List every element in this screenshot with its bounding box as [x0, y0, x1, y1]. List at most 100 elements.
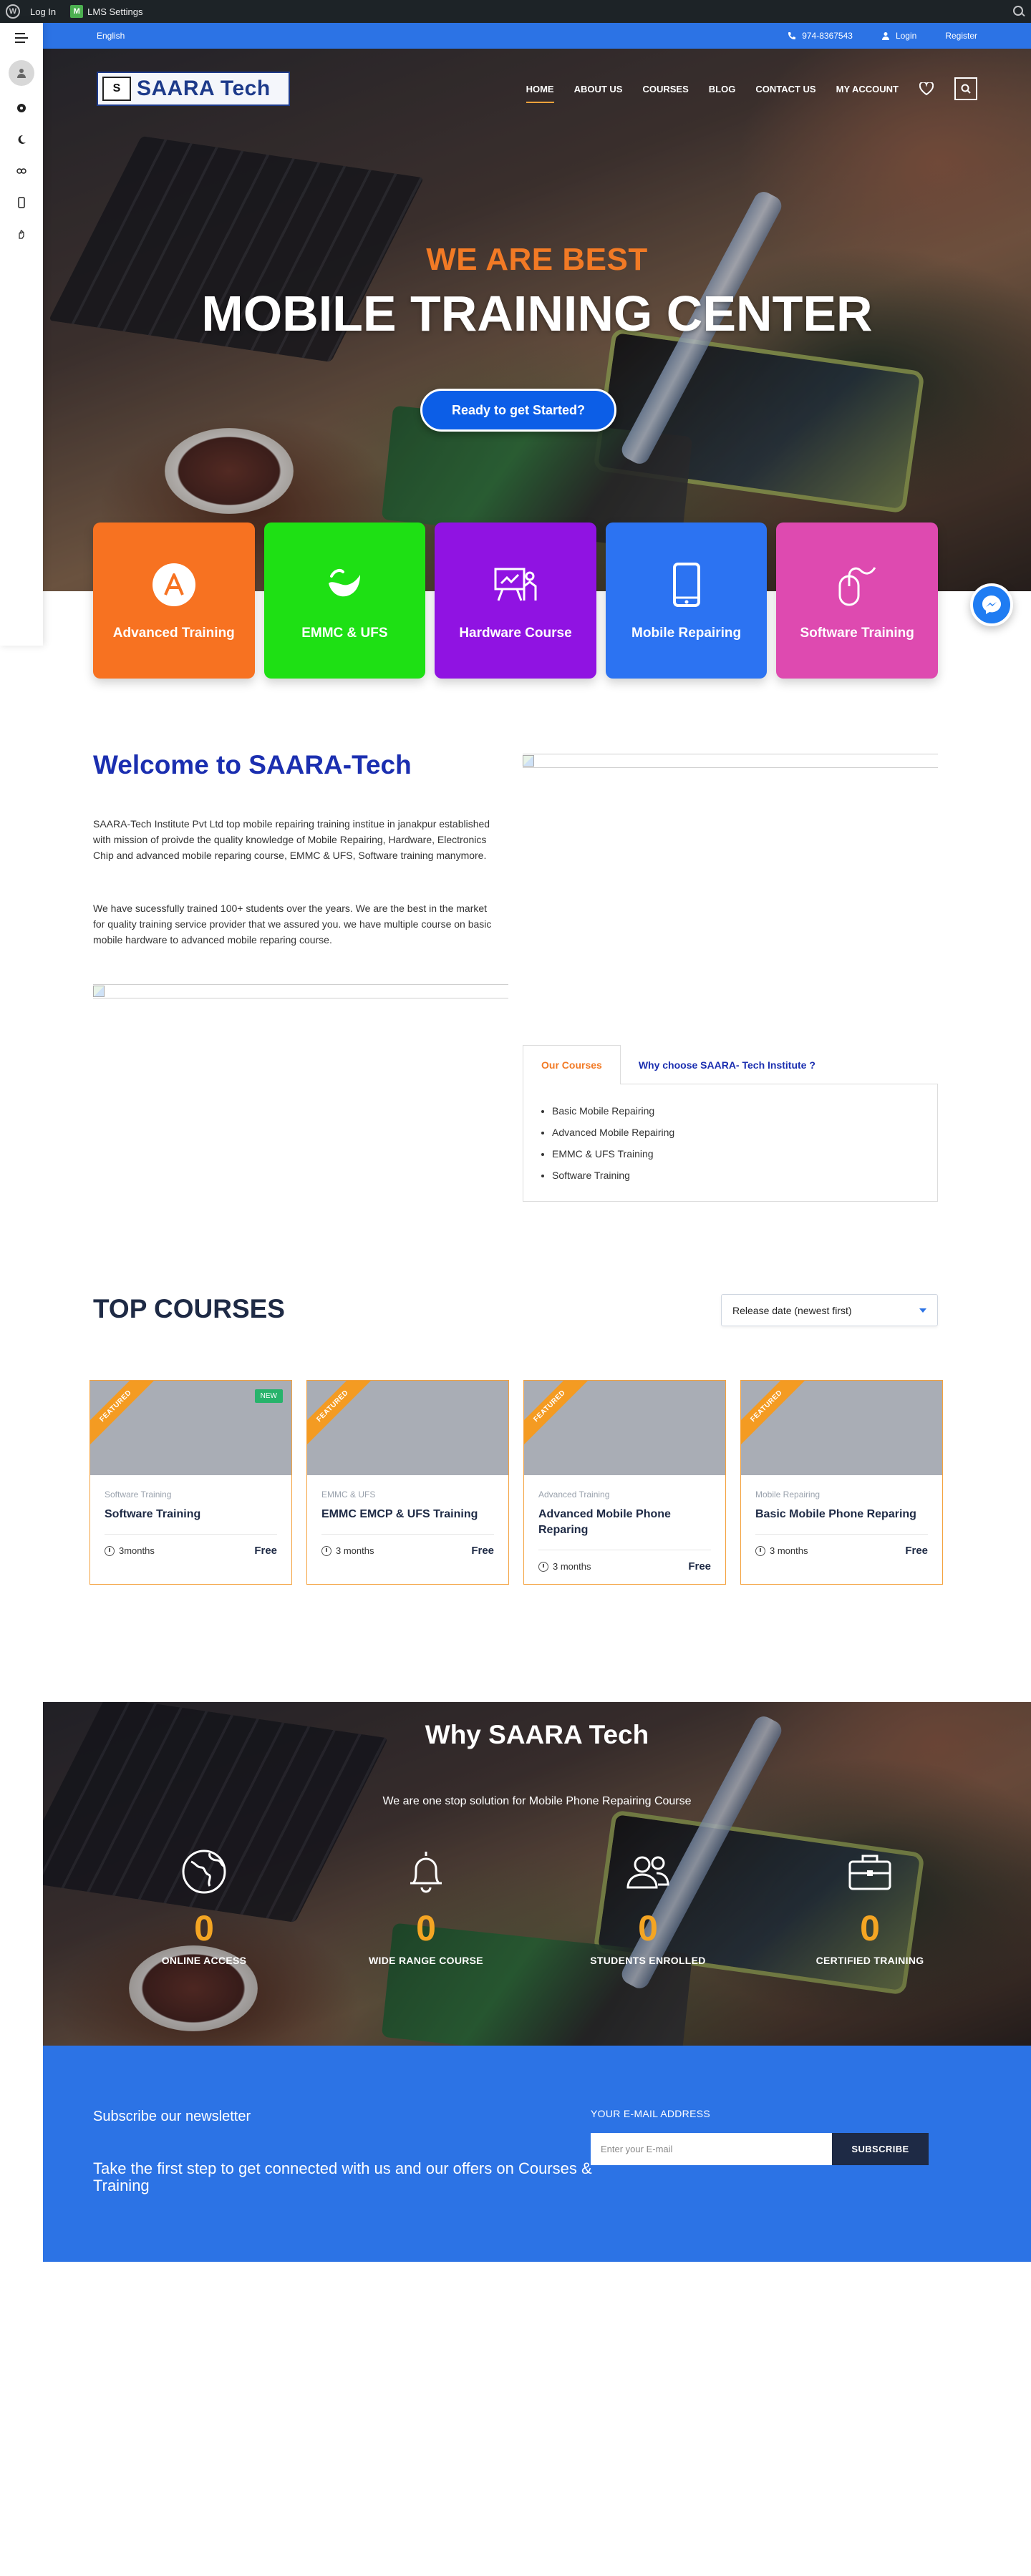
course-thumbnail: FEATURED	[524, 1381, 725, 1475]
welcome-paragraph-2: We have sucessfully trained 100+ student…	[93, 903, 492, 946]
nav-contact-us[interactable]: CONTACT US	[755, 79, 815, 99]
hero-subtitle: WE ARE BEST	[426, 242, 648, 277]
category-card-software-training[interactable]: Software Training	[776, 523, 938, 679]
top-info-bar: English 974-8367543 Login Register	[43, 23, 1031, 49]
course-card[interactable]: FEATURED Advanced Training Advanced Mobi…	[523, 1380, 726, 1585]
phone-icon	[788, 32, 796, 39]
course-thumbnail: FEATURED	[307, 1381, 508, 1475]
course-title[interactable]: Advanced Mobile Phone Reparing	[538, 1507, 711, 1538]
broken-image-icon	[523, 755, 534, 767]
admin-search-icon[interactable]	[1012, 5, 1025, 18]
moon-icon[interactable]	[12, 130, 31, 149]
link-icon[interactable]	[12, 162, 31, 180]
course-card[interactable]: FEATURED Mobile Repairing Basic Mobile P…	[740, 1380, 943, 1585]
course-title[interactable]: Basic Mobile Phone Reparing	[755, 1507, 928, 1522]
clock-icon	[538, 1561, 548, 1572]
stat-certified-training: 0 CERTIFIED TRAINING	[759, 1849, 981, 1966]
header-search-button[interactable]	[954, 77, 977, 100]
tab-our-courses[interactable]: Our Courses	[523, 1045, 621, 1084]
why-subtitle: We are one stop solution for Mobile Phon…	[382, 1795, 692, 1807]
welcome-paragraph-1: SAARA-Tech Institute Pvt Ltd top mobile …	[93, 818, 490, 861]
search-icon	[961, 84, 971, 94]
wordpress-logo-icon[interactable]: W	[6, 4, 20, 19]
admin-bar: W Log In M LMS Settings	[0, 0, 1031, 23]
category-card-hardware-course[interactable]: Hardware Course	[435, 523, 596, 679]
messenger-icon	[982, 596, 1001, 614]
course-list: Basic Mobile Repairing Advanced Mobile R…	[538, 1100, 923, 1186]
globe-icon	[179, 1849, 229, 1895]
wishlist-heart-icon[interactable]	[919, 81, 934, 97]
nav-my-account[interactable]: MY ACCOUNT	[836, 79, 899, 99]
featured-ribbon: FEATURED	[90, 1381, 158, 1448]
course-price: Free	[688, 1560, 711, 1573]
newsletter-tagline: Take the first step to get connected wit…	[93, 2159, 592, 2195]
sort-select[interactable]: Release date (newest first)	[721, 1294, 938, 1326]
language-selector[interactable]: English	[97, 31, 125, 41]
course-category[interactable]: Advanced Training	[538, 1489, 711, 1500]
category-card-advanced-training[interactable]: Advanced Training	[93, 523, 255, 679]
course-duration: 3 months	[336, 1545, 374, 1556]
course-title[interactable]: EMMC EMCP & UFS Training	[321, 1507, 494, 1522]
messenger-chat-button[interactable]	[970, 583, 1013, 626]
course-card[interactable]: FEATURED NEW Software Training Software …	[89, 1380, 292, 1585]
admin-login-label: Log In	[30, 6, 57, 17]
category-label: Software Training	[800, 626, 914, 641]
nav-about-us[interactable]: ABOUT US	[574, 79, 623, 99]
course-category[interactable]: EMMC & UFS	[321, 1489, 494, 1500]
list-item: Basic Mobile Repairing	[552, 1100, 923, 1122]
course-thumbnail: FEATURED	[741, 1381, 942, 1475]
lms-settings-link[interactable]: M LMS Settings	[70, 5, 142, 18]
menu-toggle-icon[interactable]	[12, 29, 31, 47]
stat-label: STUDENTS ENROLLED	[590, 1955, 706, 1966]
stat-value: 0	[638, 1908, 658, 1948]
lms-icon: M	[70, 5, 84, 18]
email-field[interactable]: Enter your E-mail	[591, 2133, 832, 2165]
stat-label: CERTIFIED TRAINING	[815, 1955, 924, 1966]
stat-wide-range-course: 0 WIDE RANGE COURSE	[315, 1849, 537, 1966]
stat-label: ONLINE ACCESS	[161, 1955, 247, 1966]
mobile-icon[interactable]	[12, 193, 31, 212]
left-floating-sidebar	[0, 23, 43, 646]
hero-banner: S SAARA Tech HOME ABOUT US COURSES BLOG …	[43, 49, 1031, 591]
category-card-emmc-ufs[interactable]: EMMC & UFS	[263, 523, 426, 679]
user-avatar[interactable]	[9, 60, 34, 86]
course-duration: 3 months	[770, 1545, 808, 1556]
course-duration: 3 months	[553, 1561, 591, 1572]
site-logo[interactable]: S SAARA Tech	[97, 72, 290, 106]
course-title[interactable]: Software Training	[105, 1507, 277, 1522]
course-category[interactable]: Mobile Repairing	[755, 1489, 928, 1500]
presenter-board-icon	[490, 560, 541, 610]
admin-login-link[interactable]: Log In	[30, 6, 56, 17]
login-link[interactable]: Login	[881, 31, 916, 41]
newsletter-section: Subscribe our newsletter Take the first …	[43, 2046, 1031, 2262]
tab-panel: Basic Mobile Repairing Advanced Mobile R…	[523, 1084, 938, 1202]
phone-contact[interactable]: 974-8367543	[788, 31, 853, 41]
email-field-label: YOUR E-MAIL ADDRESS	[591, 2108, 710, 2119]
courses-tabs: Our Courses Why choose SAARA- Tech Insti…	[523, 1045, 938, 1202]
logo-mark: S	[102, 77, 131, 101]
subscribe-button[interactable]: SUBSCRIBE	[832, 2133, 929, 2165]
user-icon	[881, 32, 889, 40]
tab-why-choose[interactable]: Why choose SAARA- Tech Institute ?	[621, 1045, 833, 1084]
nav-courses[interactable]: COURSES	[642, 79, 688, 99]
hand-icon[interactable]	[12, 225, 31, 243]
dashboard-icon[interactable]	[12, 99, 31, 117]
lms-settings-label: LMS Settings	[87, 6, 143, 17]
login-label: Login	[895, 31, 917, 41]
nav-home[interactable]: HOME	[526, 79, 554, 103]
course-category[interactable]: Software Training	[105, 1489, 277, 1500]
register-link[interactable]: Register	[945, 31, 977, 41]
featured-ribbon: FEATURED	[307, 1381, 374, 1448]
clock-icon	[755, 1545, 765, 1556]
hero-title: MOBILE TRAINING CENTER	[201, 286, 873, 341]
list-item: EMMC & UFS Training	[552, 1143, 923, 1165]
get-started-button[interactable]: Ready to get Started?	[420, 389, 616, 432]
stat-students-enrolled: 0 STUDENTS ENROLLED	[537, 1849, 759, 1966]
course-card[interactable]: FEATURED EMMC & UFS EMMC EMCP & UFS Trai…	[306, 1380, 509, 1585]
nav-blog[interactable]: BLOG	[709, 79, 736, 99]
category-card-mobile-repairing[interactable]: Mobile Repairing	[605, 523, 768, 679]
course-price: Free	[254, 1545, 277, 1557]
list-item: Software Training	[552, 1165, 923, 1186]
featured-ribbon: FEATURED	[741, 1381, 808, 1448]
main-nav: HOME ABOUT US COURSES BLOG CONTACT US MY…	[526, 77, 977, 103]
